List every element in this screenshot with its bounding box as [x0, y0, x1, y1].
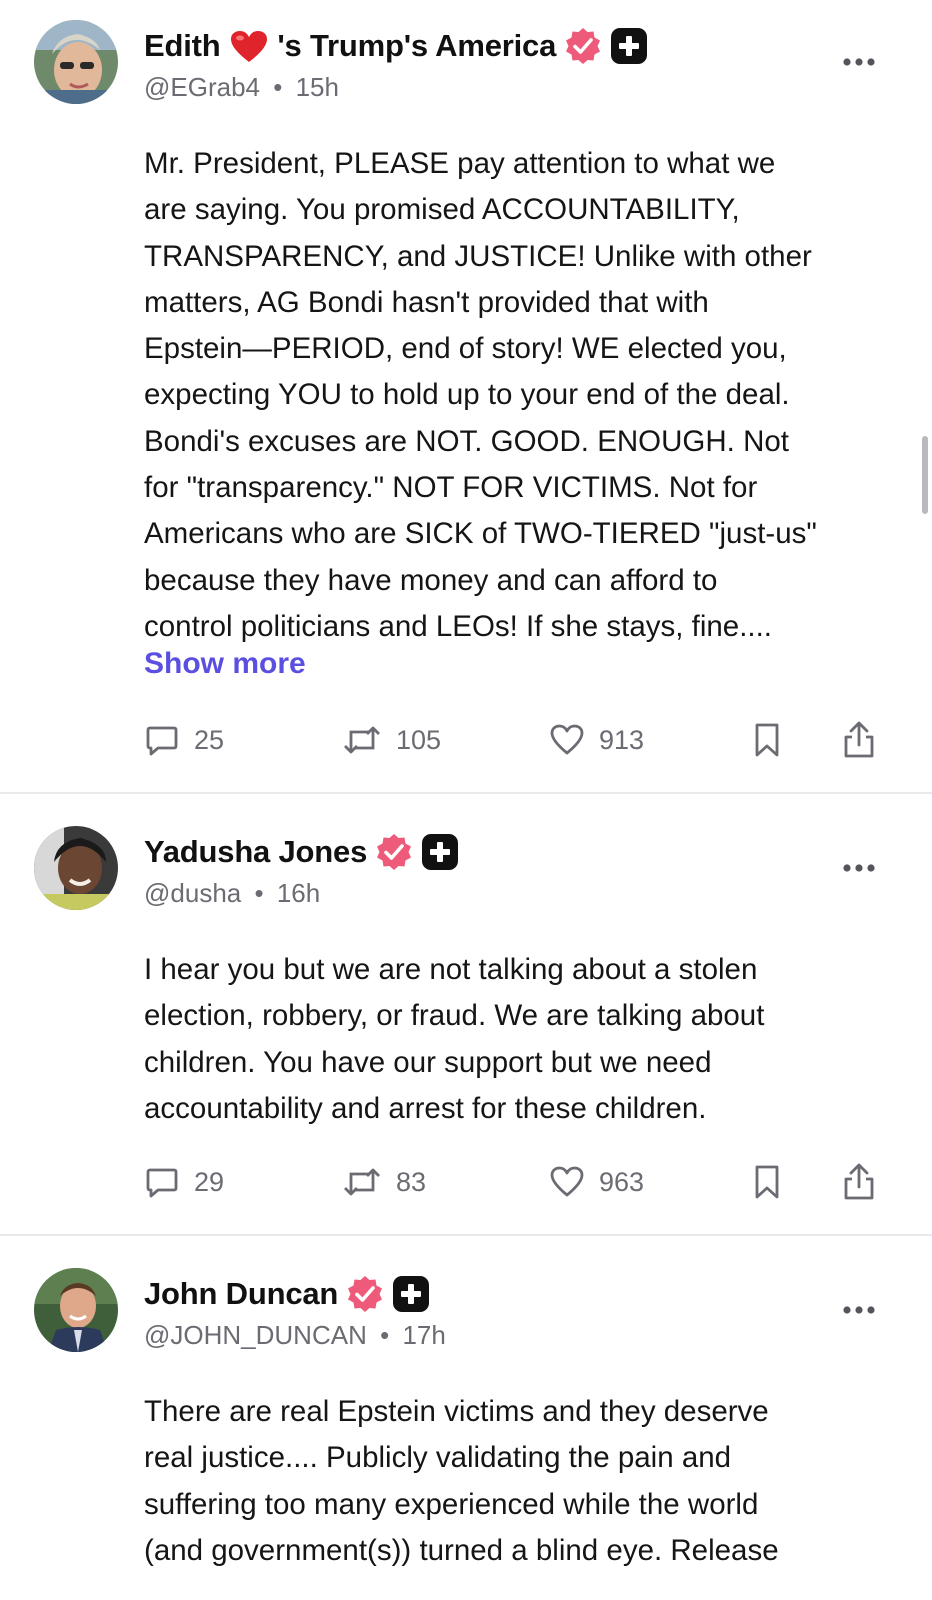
handle-row: @dusha • 16h [144, 878, 320, 909]
avatar-image [34, 1268, 118, 1352]
like-count: 913 [599, 724, 645, 755]
handle-row: @JOHN_DUNCAN • 17h [144, 1320, 446, 1351]
reply-button[interactable]: 25 [144, 718, 224, 762]
like-count: 963 [599, 1166, 645, 1197]
more-icon[interactable] [842, 57, 876, 67]
repost-icon [344, 726, 380, 754]
bookmark-icon [755, 1165, 779, 1199]
bookmark-button[interactable] [752, 1160, 782, 1204]
post: John Duncan @JOHN_DUNCAN • 17h There are… [0, 1236, 932, 1600]
separator-dot: • [273, 72, 283, 102]
heart-emoji [230, 31, 267, 63]
author-name-part: 's Trump's America [277, 27, 557, 63]
author-name-part: Edith [144, 27, 221, 63]
author-row: John Duncan [144, 1272, 430, 1316]
reply-count: 25 [194, 724, 225, 755]
post-text: Mr. President, PLEASE pay attention to w… [144, 147, 817, 643]
repost-count: 83 [396, 1166, 427, 1197]
reply-icon [146, 726, 178, 756]
plus-badge-icon [611, 28, 648, 64]
reply-icon [146, 1168, 178, 1198]
author-row: Edith 's Trump's America [144, 24, 648, 68]
post-text: I hear you but we are not talking about … [144, 953, 765, 1125]
reply-count: 29 [194, 1166, 225, 1197]
post-time: 17h [402, 1320, 446, 1350]
scrollbar-thumb[interactable] [922, 436, 928, 514]
verified-badge-icon [348, 1276, 383, 1312]
feed: Edith 's Trump's America @EGrab4 • 15h M… [0, 0, 932, 1600]
share-icon [844, 1163, 874, 1200]
action-bar: 25 105 913 [0, 718, 932, 762]
action-bar: 29 83 963 [0, 1160, 932, 1204]
plus-badge-icon [422, 834, 459, 870]
avatar-image [34, 826, 118, 910]
author-name[interactable]: John Duncan [144, 1276, 338, 1312]
like-icon [550, 1166, 584, 1197]
repost-button[interactable]: 105 [342, 718, 441, 762]
like-button[interactable]: 913 [549, 718, 644, 762]
avatar[interactable] [34, 20, 118, 104]
share-button[interactable] [842, 718, 876, 762]
avatar[interactable] [34, 1268, 118, 1352]
author-handle[interactable]: @EGrab4 [144, 72, 260, 102]
post: Yadusha Jones @dusha • 16h I hear you bu… [0, 794, 932, 1234]
bookmark-icon [755, 723, 779, 757]
more-icon[interactable] [842, 1305, 876, 1315]
share-button[interactable] [842, 1160, 876, 1204]
repost-icon [344, 1168, 380, 1196]
show-more-link[interactable]: Show more [144, 647, 306, 681]
like-icon [550, 724, 584, 755]
post: Edith 's Trump's America @EGrab4 • 15h M… [0, 0, 932, 792]
more-icon[interactable] [842, 863, 876, 873]
separator-dot: • [254, 878, 264, 908]
author-name[interactable]: Yadusha Jones [144, 834, 367, 870]
avatar[interactable] [34, 826, 118, 910]
repost-count: 105 [396, 724, 442, 755]
separator-dot: • [380, 1320, 390, 1350]
avatar-image [34, 20, 118, 104]
author-row: Yadusha Jones [144, 830, 459, 874]
author-name[interactable]: Edith 's Trump's America [144, 28, 556, 65]
author-handle[interactable]: @JOHN_DUNCAN [144, 1320, 367, 1350]
author-handle[interactable]: @dusha [144, 878, 241, 908]
like-button[interactable]: 963 [549, 1160, 644, 1204]
handle-row: @EGrab4 • 15h [144, 72, 339, 103]
repost-button[interactable]: 83 [342, 1160, 426, 1204]
post-time: 15h [295, 72, 339, 102]
post-time: 16h [276, 878, 321, 908]
plus-badge-icon [393, 1276, 430, 1312]
reply-button[interactable]: 29 [144, 1160, 224, 1204]
share-icon [844, 721, 874, 758]
verified-badge-icon [566, 28, 601, 64]
post-text: There are real Epstein victims and they … [144, 1395, 779, 1567]
bookmark-button[interactable] [752, 718, 782, 762]
verified-badge-icon [377, 834, 412, 870]
